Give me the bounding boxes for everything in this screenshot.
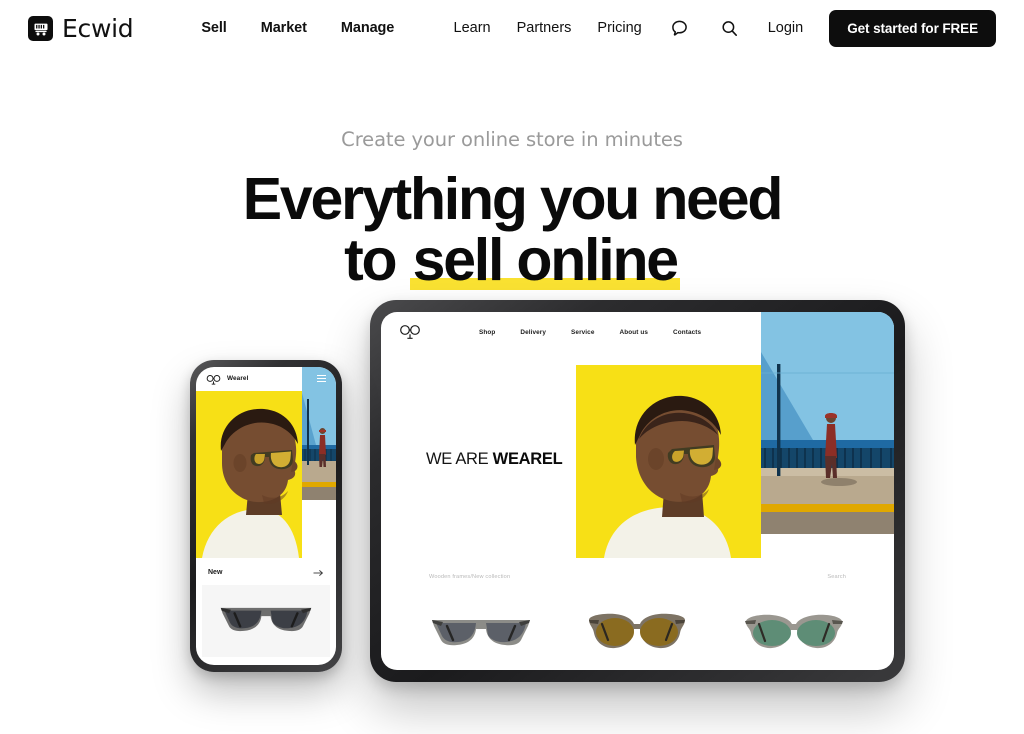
search-icon[interactable] xyxy=(718,16,742,40)
top-navigation-bar: Ecwid Sell Market Manage Learn Partners … xyxy=(0,0,1024,56)
primary-nav: Sell Market Manage xyxy=(201,20,394,36)
nav-item-market[interactable]: Market xyxy=(261,20,307,36)
tablet-claim: WE ARE WEAREL xyxy=(426,449,563,469)
tablet-nav-about-us[interactable]: About us xyxy=(620,329,649,336)
tablet-breadcrumb: Wooden frames/New collection xyxy=(429,573,511,580)
nav-item-learn[interactable]: Learn xyxy=(454,20,491,36)
phone-section-label: New xyxy=(208,569,223,577)
phone-section-row[interactable]: New xyxy=(196,564,336,582)
nav-item-pricing[interactable]: Pricing xyxy=(597,20,641,36)
phone-product-square-sunglasses[interactable] xyxy=(218,598,314,643)
tablet-search-label[interactable]: Search xyxy=(827,574,846,580)
tablet-claim-light: WE ARE xyxy=(426,449,493,468)
tablet-product-round-green-sunglasses[interactable] xyxy=(742,609,846,658)
speech-bubble-icon[interactable] xyxy=(668,16,692,40)
device-mockups-stage: WE ARE WEAREL Shop Delivery Service Abou… xyxy=(0,299,1024,720)
headline-line-1: Everything you need xyxy=(242,166,784,232)
phone-product-card[interactable] xyxy=(202,584,330,657)
tablet-product-round-amber-sunglasses[interactable] xyxy=(585,609,689,658)
nav-item-manage[interactable]: Manage xyxy=(341,20,394,36)
tablet-nav-service[interactable]: Service xyxy=(571,329,594,336)
glasses-logo-icon[interactable] xyxy=(206,373,221,385)
phone-mockup: Wearel New xyxy=(190,359,342,672)
tablet-claim-bold: WEAREL xyxy=(492,449,563,468)
tablet-nav-contacts[interactable]: Contacts xyxy=(673,329,701,336)
page-title: Everything you need to sell online xyxy=(0,166,1024,292)
phone-hero-imagery xyxy=(196,366,336,558)
nav-item-sell[interactable]: Sell xyxy=(201,20,227,36)
tablet-nav-delivery[interactable]: Delivery xyxy=(520,329,546,336)
phone-brand-name: Wearel xyxy=(227,375,249,383)
phone-model-photo xyxy=(196,390,302,558)
glasses-logo-icon[interactable] xyxy=(399,324,421,341)
hamburger-menu-icon[interactable] xyxy=(317,375,326,383)
shopping-cart-icon xyxy=(28,15,53,41)
tablet-nav-shop[interactable]: Shop xyxy=(479,329,495,336)
phone-nav: Wearel xyxy=(196,367,336,391)
headline-line-2: to sell online xyxy=(0,230,1024,291)
get-started-button[interactable]: Get started for FREE xyxy=(829,9,996,47)
tablet-subrow: Wooden frames/New collection Search xyxy=(381,574,894,580)
tablet-nav: Shop Delivery Service About us Contacts xyxy=(381,312,894,354)
headline-prefix: to xyxy=(344,227,410,294)
brand-logo[interactable]: Ecwid xyxy=(28,13,134,43)
hero-eyebrow: Create your online store in minutes xyxy=(341,128,683,151)
tablet-mockup: WE ARE WEAREL Shop Delivery Service Abou… xyxy=(370,299,905,682)
tablet-product-square-sunglasses[interactable] xyxy=(429,610,533,657)
login-link[interactable]: Login xyxy=(768,20,803,36)
tablet-menu: Shop Delivery Service About us Contacts xyxy=(479,329,701,336)
headline-highlight: sell online xyxy=(409,230,681,291)
brand-name: Ecwid xyxy=(62,13,134,43)
nav-item-partners[interactable]: Partners xyxy=(517,20,572,36)
phone-screen: Wearel New xyxy=(196,366,336,665)
arrow-right-icon[interactable] xyxy=(313,564,324,582)
tablet-product-row xyxy=(381,595,894,670)
secondary-nav: Learn Partners Pricing Login Get started… xyxy=(454,9,996,47)
hero-section: Create your online store in minutes Ever… xyxy=(0,56,1024,292)
tablet-screen: WE ARE WEAREL Shop Delivery Service Abou… xyxy=(381,311,894,670)
tablet-model-photo xyxy=(576,364,761,558)
